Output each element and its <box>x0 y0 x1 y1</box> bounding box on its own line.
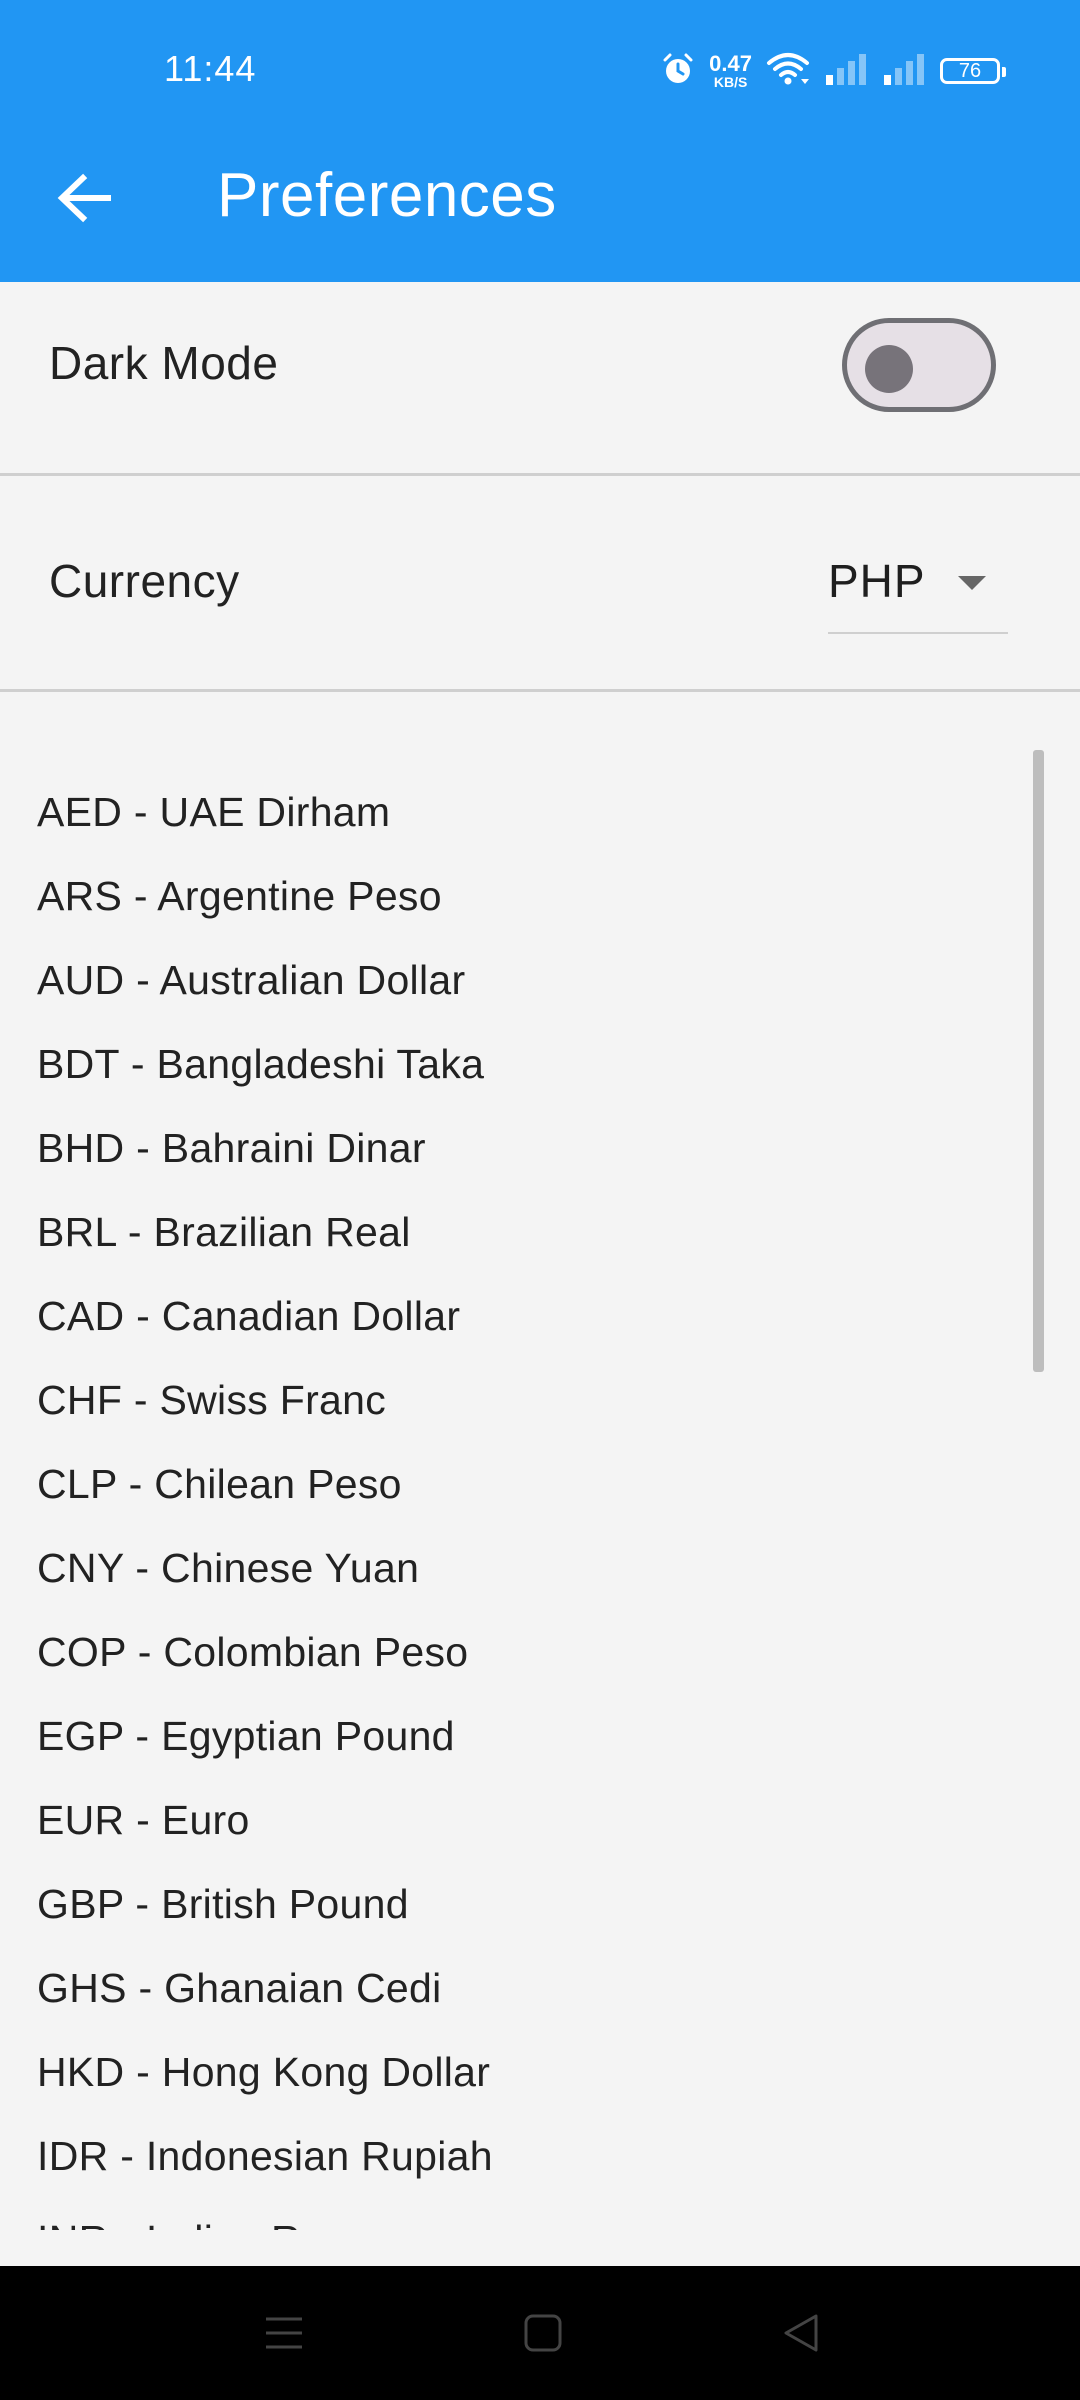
currency-option[interactable]: INR - Indian Rupee <box>37 2198 493 2230</box>
arrow-left-icon <box>57 173 111 223</box>
currency-option[interactable]: CHF - Swiss Franc <box>37 1358 493 1442</box>
currency-option[interactable]: COP - Colombian Peso <box>37 1610 493 1694</box>
currency-dropdown[interactable]: PHP <box>828 548 1008 634</box>
status-time: 11:44 <box>164 48 257 89</box>
page-title: Preferences <box>217 161 557 230</box>
home-icon <box>524 2314 562 2352</box>
wifi-icon <box>766 51 810 92</box>
currency-option-list[interactable]: AED - UAE Dirham ARS - Argentine Peso AUD … <box>0 692 1080 2230</box>
app-header: 11:44 0.47 KB/S 76 Preferences <box>0 0 1080 282</box>
currency-option[interactable]: CAD - Canadian Dollar <box>37 1274 493 1358</box>
signal-icon <box>882 53 926 90</box>
system-nav-bar <box>0 2266 1080 2400</box>
currency-option[interactable]: BRL - Brazilian Real <box>37 1190 493 1274</box>
menu-icon <box>266 2317 302 2349</box>
dark-mode-toggle[interactable] <box>842 318 996 412</box>
currency-option[interactable]: CNY - Chinese Yuan <box>37 1526 493 1610</box>
currency-option[interactable]: AUD - Australian Dollar <box>37 938 493 1022</box>
back-button[interactable] <box>44 158 124 238</box>
currency-options: AED - UAE Dirham ARS - Argentine Peso AUD … <box>37 770 493 2230</box>
currency-label: Currency <box>49 555 240 607</box>
dark-mode-row: Dark Mode <box>0 282 1080 476</box>
dropdown-arrow-icon <box>956 574 988 597</box>
alarm-icon <box>661 52 695 91</box>
dark-mode-label: Dark Mode <box>49 337 279 389</box>
nav-menu-button[interactable] <box>247 2296 321 2370</box>
currency-option[interactable]: GHS - Ghanaian Cedi <box>37 1946 493 2030</box>
currency-option[interactable]: GBP - British Pound <box>37 1862 493 1946</box>
currency-option[interactable]: HKD - Hong Kong Dollar <box>37 2030 493 2114</box>
back-icon <box>784 2314 818 2352</box>
net-speed-value: 0.47 <box>709 51 752 76</box>
currency-option[interactable]: EUR - Euro <box>37 1778 493 1862</box>
nav-back-button[interactable] <box>765 2296 839 2370</box>
signal-icon <box>824 53 868 90</box>
currency-row: Currency PHP <box>0 476 1080 692</box>
currency-option[interactable]: BDT - Bangladeshi Taka <box>37 1022 493 1106</box>
currency-option[interactable]: AED - UAE Dirham <box>37 770 493 854</box>
currency-option[interactable]: EGP - Egyptian Pound <box>37 1694 493 1778</box>
preferences-screen: 11:44 0.47 KB/S 76 Preferences Dark Mode… <box>0 0 1080 2400</box>
status-icons: 0.47 KB/S 76 <box>661 46 1006 96</box>
currency-option[interactable]: CLP - Chilean Peso <box>37 1442 493 1526</box>
currency-selected-value: PHP <box>828 555 926 607</box>
toggle-knob <box>865 345 913 393</box>
nav-home-button[interactable] <box>506 2296 580 2370</box>
net-speed: 0.47 KB/S <box>709 51 752 90</box>
net-speed-unit: KB/S <box>713 74 748 90</box>
battery-indicator: 76 <box>940 58 1006 84</box>
currency-option[interactable]: BHD - Bahraini Dinar <box>37 1106 493 1190</box>
list-scrollbar[interactable] <box>1033 750 1044 1372</box>
currency-option[interactable]: ARS - Argentine Peso <box>37 854 493 938</box>
currency-option[interactable]: IDR - Indonesian Rupiah <box>37 2114 493 2198</box>
